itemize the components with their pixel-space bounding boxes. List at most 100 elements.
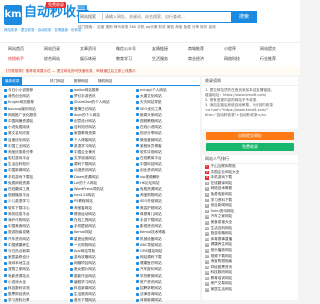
search-input[interactable] [105,12,229,21]
hot-searches: 热门搜索： 百度 搜狗 神马收录 360 手机 qq头像 财务 微信 淘宝 免费… [78,25,258,30]
nav-category[interactable]: 综合网站 [44,56,60,62]
site-favicon-icon [136,249,139,253]
nav-item[interactable]: 网站提交 [260,46,276,52]
search-type-select[interactable]: 网站搜索 [80,13,103,20]
list-item[interactable]: 学习资料分享 [4,297,68,303]
site-name: 在线小说网站 [140,125,162,130]
site-name: 汽车报价网站 [140,267,162,272]
site-favicon-icon [70,144,73,148]
site-name: 房产资讯网站 [140,279,162,284]
notice-card: 收录须知 1. 提交网站须先在首页添加本站友情链接， 链接地址：https://… [202,77,298,129]
rank-number: 12 [205,225,209,231]
site-favicon-icon [70,255,73,259]
ad-banner[interactable]: 【付费推荐】推荐收录展示位 — 提交网址即可快速收录，审核通过后立即上线展示 [0,67,300,75]
site-name: 中国网赚资源站 [8,118,34,123]
list-item[interactable]: 音乐下载网站 [70,297,134,303]
site-name: 创意设计网站 [74,118,96,123]
site-favicon-icon [136,199,139,203]
nav-category[interactable]: 生活服务 [152,56,168,62]
rank-site-name: 音乐播放网站 [210,247,233,252]
header: km 自动秒收录 免费收录 网站收录 · 提交收录 · 自动收录 · 友情链接 … [0,0,300,42]
site-name: 我的创业网站 [8,94,30,99]
site-name: 家居装修设计 [8,255,30,260]
list-item[interactable]: 体育新闻网站 [136,297,200,303]
site-name: 在线翻译工具 [8,187,30,191]
site-favicon-icon [136,261,139,265]
site-name: Down资源网站 [74,174,99,179]
rank-item[interactable]: 23 家居生活网站 [202,287,298,293]
rank-number: 18 [205,259,209,264]
site-favicon-icon [136,292,139,296]
site-name: 知识分享网站 [140,131,162,136]
nav-item[interactable]: 网站首页 [8,46,24,52]
site-name: 网赚项目网站 [74,261,96,266]
nav-category[interactable]: 娱乐休闲 [80,56,96,62]
list-column-3: mingyi个人网站 大唐文化网站 天天网站导航 SEO优化工具 新闻头条网站 视频教程网… [136,87,200,304]
nav-item[interactable]: 友情链接 [152,46,168,52]
site-name: 学历教育网站 [140,273,162,278]
tab-1[interactable]: 热门网站 [50,77,64,85]
site-favicon-icon [4,212,7,216]
site-favicon-icon [70,156,73,160]
hot-words[interactable]: 百度 搜狗 神马收录 360 手机 qq头像 财务 微信 淘宝 免费 分享 软件… [97,25,216,29]
site-favicon-icon [136,88,139,92]
submit-site-button[interactable]: 自助提交网址 [206,132,294,140]
site-favicon-icon [70,125,73,129]
site-favicon-icon [136,206,139,210]
site-name: PS教程网站 [74,199,93,204]
site-favicon-icon [70,274,73,278]
site-name: 摄影作品网站 [74,273,96,278]
nav-category[interactable]: 教育学习 [116,56,132,62]
site-name: 母婴育儿网站 [140,211,162,216]
notice-title: 收录须知 [202,77,298,86]
site-name: 汽车资讯网站 [8,236,30,241]
site-name: 在线工具网站 [74,217,96,222]
rank-title: 网站人气排行 [202,155,298,164]
site-favicon-icon [70,286,73,290]
site-name: HK论坛网站 [140,180,160,185]
nav-item[interactable]: 商城推荐 [188,46,204,52]
tab-0[interactable]: 最新收录 [2,77,23,85]
site-name: 今日热点新闻 [8,248,30,253]
site-favicon-icon [136,193,139,197]
nav-category[interactable]: 网络科技 [224,56,240,62]
site-favicon-icon [136,298,139,302]
site-favicon-icon [4,100,7,104]
nav-item[interactable]: 网站目录 [44,46,60,52]
site-name: 小说免费阅读 [8,125,30,130]
rank-site-name: 综合新闻网站 [210,203,233,208]
site-favicon-icon [70,243,73,247]
logo-icon: km [4,5,22,25]
site-favicon-icon [4,230,7,234]
rank-list: 1 千山互联网导航 2 中国企业网站大全 3 手机游戏下载 4 在线翻译网站 5 网络技术教程 6 免… [202,164,298,293]
site-name: 网站源码下载 [140,255,162,260]
site-logo[interactable]: km 自动秒收录 免费收录 网站收录 · 提交收录 · 自动收录 · 友情链接 … [4,2,89,32]
rank-site-name: 科技数码网站 [210,270,233,275]
site-name: 视频教程网站 [140,118,162,123]
site-favicon-icon [70,175,73,179]
rank-site-name: 家居生活网站 [210,287,233,292]
rank-site-name: 体育赛事直播 [210,236,233,241]
site-favicon-icon [136,131,139,135]
site-favicon-icon [4,168,7,172]
nav-category[interactable]: 热搜新手 [8,56,24,62]
free-submit-button[interactable]: 免费收录 [206,143,294,151]
rank-number: 2 [205,169,209,175]
site-name: 手机游戏下载站 [8,174,34,179]
site-name: hao123网站 [74,193,95,198]
nav-item[interactable]: 微信公众号 [116,46,136,52]
nav-item[interactable]: 文章资讯 [80,46,96,52]
site-favicon-icon [4,237,7,240]
site-name: 梦幻手游资讯 [74,94,96,99]
site-name: mingyi个人网站 [140,88,167,92]
nav-category[interactable]: 行业推荐 [260,56,276,62]
rank-number: 1 [205,164,209,169]
rank-site-name: 中国企业网站大全 [210,169,240,174]
notice-body: 1. 提交网站须先在首页添加本站友情链接， 链接地址：https://www.k… [202,86,298,120]
nav-item[interactable]: 小程序 [224,46,236,52]
tab-3[interactable]: 随机网站 [98,77,112,85]
nav-category[interactable]: 商业经济 [188,56,204,62]
site-name: 视频播放平台 [8,193,30,198]
search-button[interactable]: 搜索 [231,11,257,23]
tab-2[interactable]: 推荐网站 [74,77,88,85]
